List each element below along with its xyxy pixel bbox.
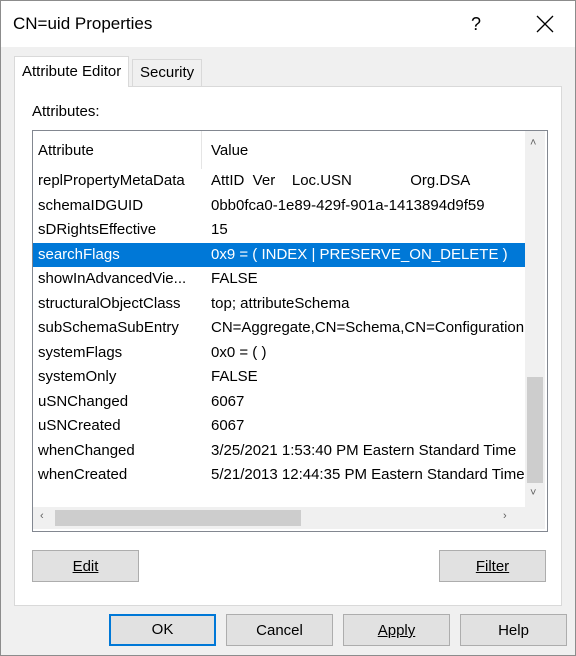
row-attribute-value: 0bb0fca0-1e89-429f-901a-1413894d9f59: [211, 196, 485, 214]
row-attribute-name: sDRightsEffective: [38, 221, 157, 238]
list-row[interactable]: schemaIDGUID 0bb0fca0-1e89-429f-901a-1413…: [33, 194, 525, 219]
row-attribute-value: top; attributeSchema: [211, 294, 350, 312]
ok-button[interactable]: OK: [109, 614, 216, 646]
row-attribute-value: AttID Ver Loc.USN Org.DSA: [211, 172, 471, 189]
tab-attribute-editor[interactable]: Attribute Editor: [14, 56, 130, 87]
row-attribute-name: uSNChanged: [38, 392, 129, 410]
edit-button-label: Edit: [72, 558, 99, 575]
row-attribute-value: 15: [211, 221, 228, 238]
row-attribute-name: systemFlags: [38, 343, 123, 361]
list-header: Attribute Value: [33, 131, 525, 169]
apply-button-label: Apply: [377, 622, 416, 639]
column-header-value[interactable]: Value: [211, 142, 248, 159]
list-row[interactable]: uSNChanged 6067: [33, 390, 525, 415]
close-button[interactable]: [515, 1, 575, 47]
row-attribute-value: 6067: [211, 392, 245, 410]
list-row[interactable]: systemFlags 0x0 = ( ): [33, 341, 525, 366]
row-attribute-name: whenChanged: [38, 441, 135, 459]
chevron-down-icon[interactable]: ˅: [530, 487, 536, 499]
window-title: CN=uid Properties: [13, 14, 153, 33]
column-separator[interactable]: [201, 131, 202, 169]
list-row[interactable]: systemOnly FALSE: [33, 365, 525, 390]
row-attribute-value: 5/21/2013 12:44:35 PM Eastern Standard T…: [211, 466, 525, 483]
list-row[interactable]: searchFlags 0x9 = ( INDEX | PRESERVE_ON_D…: [33, 242, 525, 267]
list-row[interactable]: sDRightsEffective 15: [33, 218, 525, 243]
row-attribute-value: FALSE: [211, 368, 258, 385]
vertical-scroll-thumb[interactable]: [527, 377, 543, 483]
chevron-right-icon[interactable]: ›: [503, 510, 507, 522]
edit-button[interactable]: Edit: [32, 550, 139, 582]
list-row[interactable]: structuralObjectClass top; attributeSchem…: [33, 292, 525, 317]
row-attribute-name: whenCreated: [38, 466, 128, 483]
horizontal-scrollbar[interactable]: ‹ ›: [33, 507, 525, 529]
row-attribute-name: structuralObjectClass: [38, 294, 181, 312]
attributes-list[interactable]: Attribute Value replPropertyMetaData AttI…: [32, 130, 548, 532]
row-attribute-name: subSchemaSubEntry: [38, 319, 179, 336]
filter-button[interactable]: Filter: [439, 550, 546, 582]
row-attribute-name: searchFlags: [38, 245, 120, 263]
close-icon: [536, 15, 554, 33]
column-header-attribute[interactable]: Attribute: [38, 142, 94, 159]
attributes-label: Attributes:: [32, 103, 100, 120]
apply-button[interactable]: Apply: [343, 614, 450, 646]
cancel-button[interactable]: Cancel: [226, 614, 333, 646]
row-attribute-value: 0x9 = ( INDEX | PRESERVE_ON_DELETE ): [211, 245, 508, 263]
properties-dialog: CN=uid Properties ? Attribute Editor Sec…: [0, 0, 576, 656]
help-button[interactable]: Help: [460, 614, 567, 646]
list-row[interactable]: showInAdvancedVie... FALSE: [33, 267, 525, 292]
row-attribute-name: schemaIDGUID: [38, 196, 144, 214]
list-row[interactable]: replPropertyMetaData AttID Ver Loc.USN Or…: [33, 169, 525, 194]
list-row[interactable]: uSNCreated 6067: [33, 414, 525, 439]
row-attribute-value: 6067: [211, 417, 245, 434]
row-attribute-value: 0x0 = ( ): [211, 343, 267, 361]
help-title-button[interactable]: ?: [449, 1, 503, 47]
chevron-left-icon[interactable]: ‹: [40, 510, 44, 522]
list-row[interactable]: whenCreated 5/21/2013 12:44:35 PM Eastern…: [33, 463, 525, 488]
row-attribute-value: CN=Aggregate,CN=Schema,CN=Configuration: [211, 319, 525, 336]
scrollbar-corner: [525, 507, 545, 529]
list-row[interactable]: whenChanged 3/25/2021 1:53:40 PM Eastern …: [33, 439, 525, 464]
row-attribute-value: FALSE: [211, 270, 258, 287]
list-row[interactable]: subSchemaSubEntry CN=Aggregate,CN=Schema,…: [33, 316, 525, 341]
row-attribute-name: systemOnly: [38, 368, 117, 385]
vertical-scrollbar[interactable]: ˄ ˅: [525, 131, 545, 507]
filter-button-label: Filter: [475, 558, 510, 575]
row-attribute-name: showInAdvancedVie...: [38, 270, 187, 287]
chevron-up-icon[interactable]: ˄: [530, 137, 536, 149]
title-bar: CN=uid Properties ?: [1, 1, 575, 47]
tab-security[interactable]: Security: [132, 59, 203, 87]
list-rows: replPropertyMetaData AttID Ver Loc.USN Or…: [33, 169, 525, 488]
horizontal-scroll-thumb[interactable]: [55, 510, 301, 526]
row-attribute-name: replPropertyMetaData: [38, 172, 185, 189]
row-attribute-name: uSNCreated: [38, 417, 121, 434]
row-attribute-value: 3/25/2021 1:53:40 PM Eastern Standard Ti…: [211, 441, 517, 459]
